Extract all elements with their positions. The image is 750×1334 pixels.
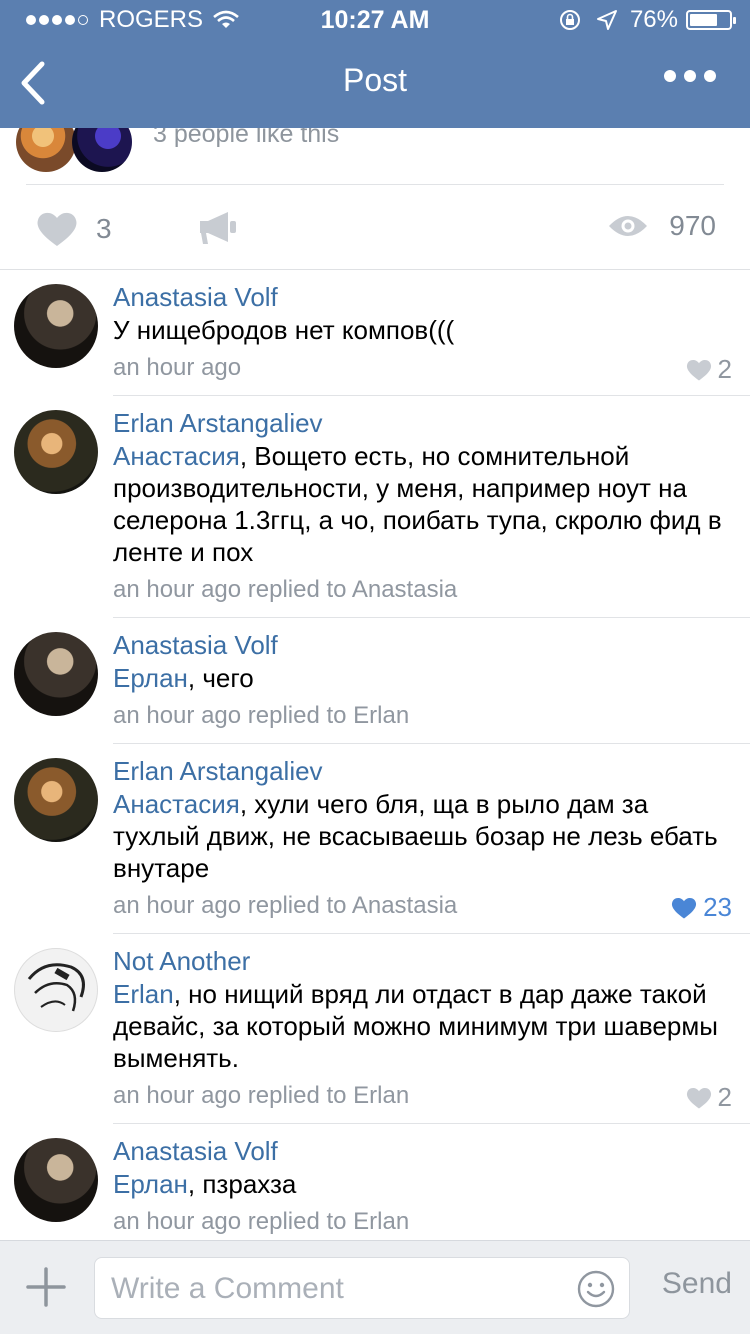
avatar[interactable] [14, 758, 98, 842]
avatar[interactable] [14, 632, 98, 716]
comment-like-count: 2 [717, 354, 732, 384]
comment-body: , пзрахза [187, 1169, 297, 1199]
more-options-icon[interactable] [656, 70, 716, 82]
comment[interactable]: Anastasia Volf Ерлан, пзрахза an hour ag… [0, 1124, 750, 1240]
comment[interactable]: Erlan Arstangaliev Анастасия, Вощето ест… [0, 396, 750, 618]
comment-author[interactable]: Anastasia Volf [113, 630, 278, 661]
battery-icon [686, 10, 736, 30]
heart-icon [686, 1087, 711, 1109]
comment-like-count: 2 [717, 1082, 732, 1112]
battery-percent: 76% [629, 6, 678, 33]
comment-input[interactable] [109, 1266, 573, 1312]
comment-meta: an hour ago replied to Erlan [113, 1208, 410, 1235]
comment[interactable]: Anastasia Volf Ерлан, чего an hour ago r… [0, 618, 750, 744]
page-title: Post [342, 62, 408, 98]
avatar[interactable] [14, 284, 98, 368]
comment-author[interactable]: Anastasia Volf [113, 282, 278, 313]
comment[interactable]: Not Another Erlan, но нищий вряд ли отда… [0, 934, 750, 1124]
comment-text: Erlan, но нищий вряд ли отдаст в дар даж… [113, 978, 733, 1074]
plus-icon[interactable] [26, 1267, 66, 1307]
views-count: 970 [669, 210, 716, 241]
comment[interactable]: Anastasia Volf У нищебродов нет компов((… [0, 270, 750, 396]
comment-author[interactable]: Not Another [113, 946, 250, 977]
comment-body: У нищебродов нет компов((( [113, 315, 455, 345]
comment-mention[interactable]: Анастасия [113, 789, 240, 819]
comment-meta: an hour ago [113, 354, 242, 381]
comment-text: Ерлан, чего [113, 662, 733, 694]
comment-mention[interactable]: Ерлан [113, 1169, 188, 1199]
comment-author[interactable]: Anastasia Volf [113, 1136, 278, 1167]
comment-text: Анастасия, Вощето есть, но сомнительной … [113, 440, 733, 568]
post-actions: 3 970 [0, 186, 750, 268]
divider [26, 184, 724, 185]
views-counter: 970 [607, 210, 716, 242]
comment-compose-bar: Send [0, 1240, 750, 1334]
likes-count: 3 [96, 213, 112, 244]
megaphone-icon [200, 212, 236, 244]
comment[interactable]: Erlan Arstangaliev Анастасия, хули чего … [0, 744, 750, 934]
sketch-drawing [27, 963, 85, 1012]
avatar[interactable] [14, 1138, 98, 1222]
comment-meta: an hour ago replied to Anastasia [113, 892, 458, 919]
avatar[interactable] [14, 948, 98, 1032]
comment-text: Анастасия, хули чего бля, ща в рыло дам … [113, 788, 733, 884]
avatar[interactable] [14, 410, 98, 494]
comment-author[interactable]: Erlan Arstangaliev [113, 756, 323, 787]
navigation-bar: ROGERS 10:27 AM 76% Post [0, 0, 750, 128]
rotation-lock-icon [559, 10, 580, 30]
comment-body: , чего [187, 663, 254, 693]
comment-author[interactable]: Erlan Arstangaliev [113, 408, 323, 439]
like-button[interactable]: 3 [36, 210, 112, 248]
comment-body: , но нищий вряд ли отдаст в дар даже так… [113, 979, 718, 1073]
location-arrow-icon [596, 10, 617, 30]
status-bar: ROGERS 10:27 AM 76% [0, 0, 750, 40]
comment-mention[interactable]: Анастасия [113, 441, 240, 471]
comment-text: Ерлан, пзрахза [113, 1168, 733, 1200]
comment-mention[interactable]: Ерлан [113, 663, 188, 693]
eye-icon [609, 216, 648, 236]
comment-meta: an hour ago replied to Erlan [113, 702, 410, 729]
comment-like-count: 23 [703, 892, 732, 922]
comment-mention[interactable]: Erlan [113, 979, 174, 1009]
comment-text: У нищебродов нет компов((( [113, 314, 733, 346]
emoji-icon[interactable] [577, 1270, 615, 1308]
heart-icon [686, 359, 711, 381]
comment-meta: an hour ago replied to Anastasia [113, 576, 458, 603]
comment-like-button[interactable]: 23 [671, 892, 732, 923]
comment-meta: an hour ago replied to Erlan [113, 1082, 410, 1109]
comment-field [94, 1257, 630, 1319]
heart-icon [37, 212, 77, 246]
share-button[interactable] [198, 210, 238, 251]
comment-like-button[interactable]: 2 [686, 354, 732, 385]
comment-like-button[interactable]: 2 [686, 1082, 732, 1113]
heart-icon [672, 897, 697, 919]
send-button[interactable]: Send [662, 1267, 732, 1301]
